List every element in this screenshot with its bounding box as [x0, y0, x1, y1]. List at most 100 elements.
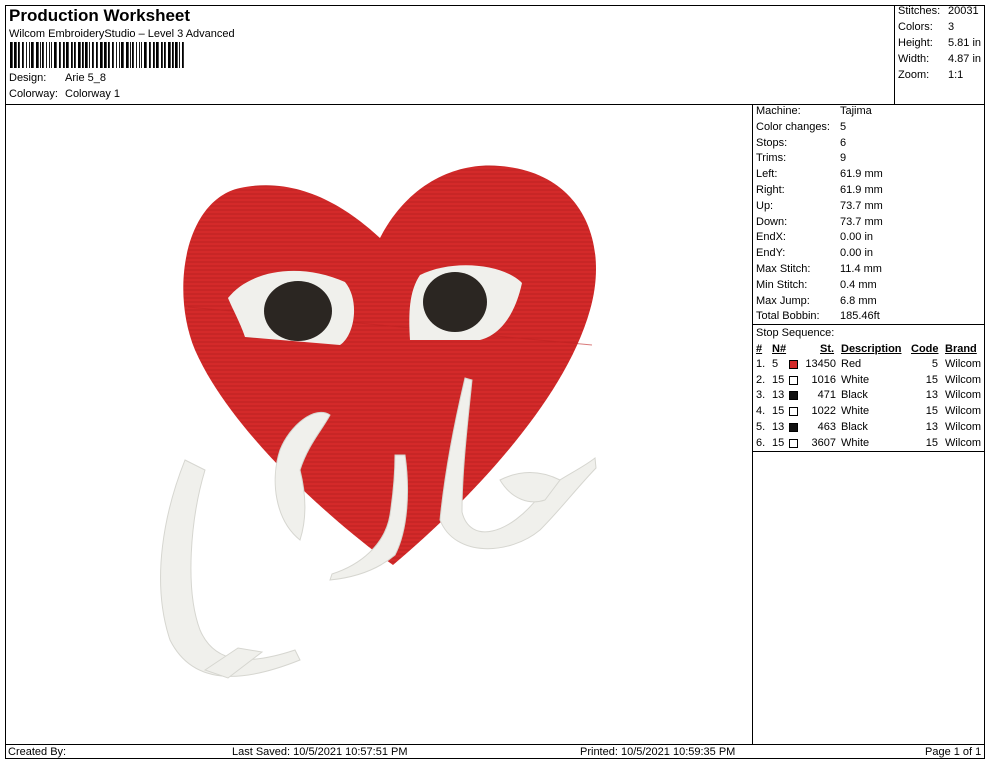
right-eye-pupil [423, 272, 487, 332]
stop-index: 1. [756, 358, 766, 370]
param-label: Stops: [756, 136, 788, 149]
stop-stitches: 1022 [811, 405, 836, 418]
embroidery-design-preview [160, 165, 597, 679]
stop-index: 4. [756, 405, 766, 418]
stat-label: Colors: [898, 21, 933, 33]
param-label: Max Jump: [756, 294, 810, 307]
colorway-row: Colorway: Colorway 1 [9, 88, 120, 100]
param-value: 0.00 in [840, 231, 874, 244]
stop-description: Black [841, 420, 868, 433]
design-value: Arie 5_8 [65, 72, 106, 84]
barcode-image [10, 42, 184, 68]
side-panel-divider [752, 104, 753, 744]
stop-code: 15 [925, 405, 938, 418]
stat-zoom: Zoom: 1:1 [898, 69, 963, 81]
stop-brand: Wilcom [945, 358, 982, 370]
param-row: Total Bobbin: 185.46ft [756, 310, 880, 322]
param-value: 185.46ft [840, 310, 880, 323]
param-value: 9 [840, 152, 847, 165]
param-label: Total Bobbin: [756, 310, 820, 323]
param-row: Max Stitch: 11.4 mm [756, 263, 882, 275]
param-value: 0.00 in [840, 247, 874, 260]
thread-color-swatch [789, 391, 798, 401]
param-value: Tajima [840, 105, 872, 117]
stop-description: Black [841, 389, 868, 402]
stop-description: White [841, 405, 870, 418]
stop-stitches: 3607 [811, 436, 836, 449]
stop-needle: 13 [772, 420, 785, 433]
param-label: EndX: [756, 231, 786, 244]
page-title: Production Worksheet [9, 6, 191, 25]
param-label: EndY: [756, 247, 786, 260]
param-value: 73.7 mm [840, 215, 883, 228]
stop-code: 5 [931, 358, 938, 370]
param-value: 6.8 mm [840, 294, 877, 307]
stop-index: 3. [756, 389, 766, 402]
stop-needle: 5 [772, 358, 779, 370]
stop-needle: 15 [772, 405, 785, 418]
param-label: Down: [756, 215, 788, 228]
col-header-description: Description [841, 343, 902, 355]
stop-description: White [841, 436, 870, 449]
thread-color-swatch [789, 360, 798, 369]
col-header-stitches: St. [820, 343, 835, 355]
stop-sequence-end-divider [752, 451, 985, 452]
param-row: Left: 61.9 mm [756, 168, 883, 180]
param-row: Trims: 9 [756, 152, 846, 164]
stat-value: 5.81 in [948, 37, 982, 49]
footer-printed: Printed: 10/5/2021 10:59:35 PM [580, 746, 736, 758]
stat-value: 3 [948, 21, 955, 33]
param-label: Color changes: [756, 120, 830, 133]
stop-index: 6. [756, 436, 766, 449]
param-value: 61.9 mm [840, 168, 883, 181]
param-row: Up: 73.7 mm [756, 200, 883, 212]
stop-code: 15 [925, 373, 938, 386]
stop-code: 13 [925, 389, 938, 402]
param-row: Stops: 6 [756, 137, 846, 149]
colorway-label: Colorway: [9, 88, 58, 100]
param-row: Color changes: 5 [756, 121, 846, 133]
footer-created-by: Created By: [8, 746, 67, 758]
param-value: 11.4 mm [840, 263, 882, 275]
stop-needle: 15 [772, 436, 785, 449]
left-eye-pupil [264, 281, 332, 341]
param-value: 6 [840, 136, 847, 149]
param-value: 61.9 mm [840, 184, 883, 196]
stop-stitches: 13450 [805, 358, 836, 370]
col-header-needle: N# [772, 343, 787, 355]
thread-color-swatch [789, 422, 798, 432]
col-header-code: Code [911, 343, 939, 355]
stop-stitches: 463 [817, 420, 836, 433]
stop-needle: 15 [772, 373, 785, 386]
footer-divider [5, 744, 985, 745]
param-row: EndX: 0.00 in [756, 231, 873, 243]
stop-description: White [841, 373, 870, 386]
footer-last-saved: Last Saved: 10/5/2021 10:57:51 PM [232, 746, 408, 758]
software-subtitle: Wilcom EmbroideryStudio – Level 3 Advanc… [9, 28, 235, 40]
colorway-value: Colorway 1 [65, 88, 121, 100]
design-row: Design: Arie 5_8 [9, 72, 106, 84]
thread-color-swatch [789, 375, 798, 385]
stop-stitches: 1016 [811, 373, 836, 386]
stat-label: Zoom: [898, 69, 930, 81]
stat-height: Height: 5.81 in [898, 37, 981, 49]
stop-brand: Wilcom [945, 436, 982, 449]
param-value: 73.7 mm [840, 199, 883, 212]
stat-label: Stitches: [898, 5, 941, 17]
param-value: 5 [840, 120, 847, 133]
col-header-brand: Brand [945, 343, 977, 355]
param-row: Down: 73.7 mm [756, 216, 883, 228]
stop-index: 5. [756, 420, 766, 433]
stop-brand: Wilcom [945, 420, 982, 433]
stat-value: 4.87 in [948, 53, 982, 65]
design-label: Design: [9, 72, 47, 84]
param-label: Min Stitch: [756, 278, 808, 291]
param-row: Machine: Tajima [756, 105, 872, 117]
stop-sequence-title: Stop Sequence: [756, 327, 835, 339]
col-header-num: # [756, 343, 763, 355]
stop-description: Red [841, 358, 862, 370]
stat-value: 1:1 [948, 69, 964, 81]
stop-code: 15 [925, 436, 938, 449]
stop-code: 13 [925, 420, 938, 433]
param-row: Max Jump: 6.8 mm [756, 295, 877, 307]
